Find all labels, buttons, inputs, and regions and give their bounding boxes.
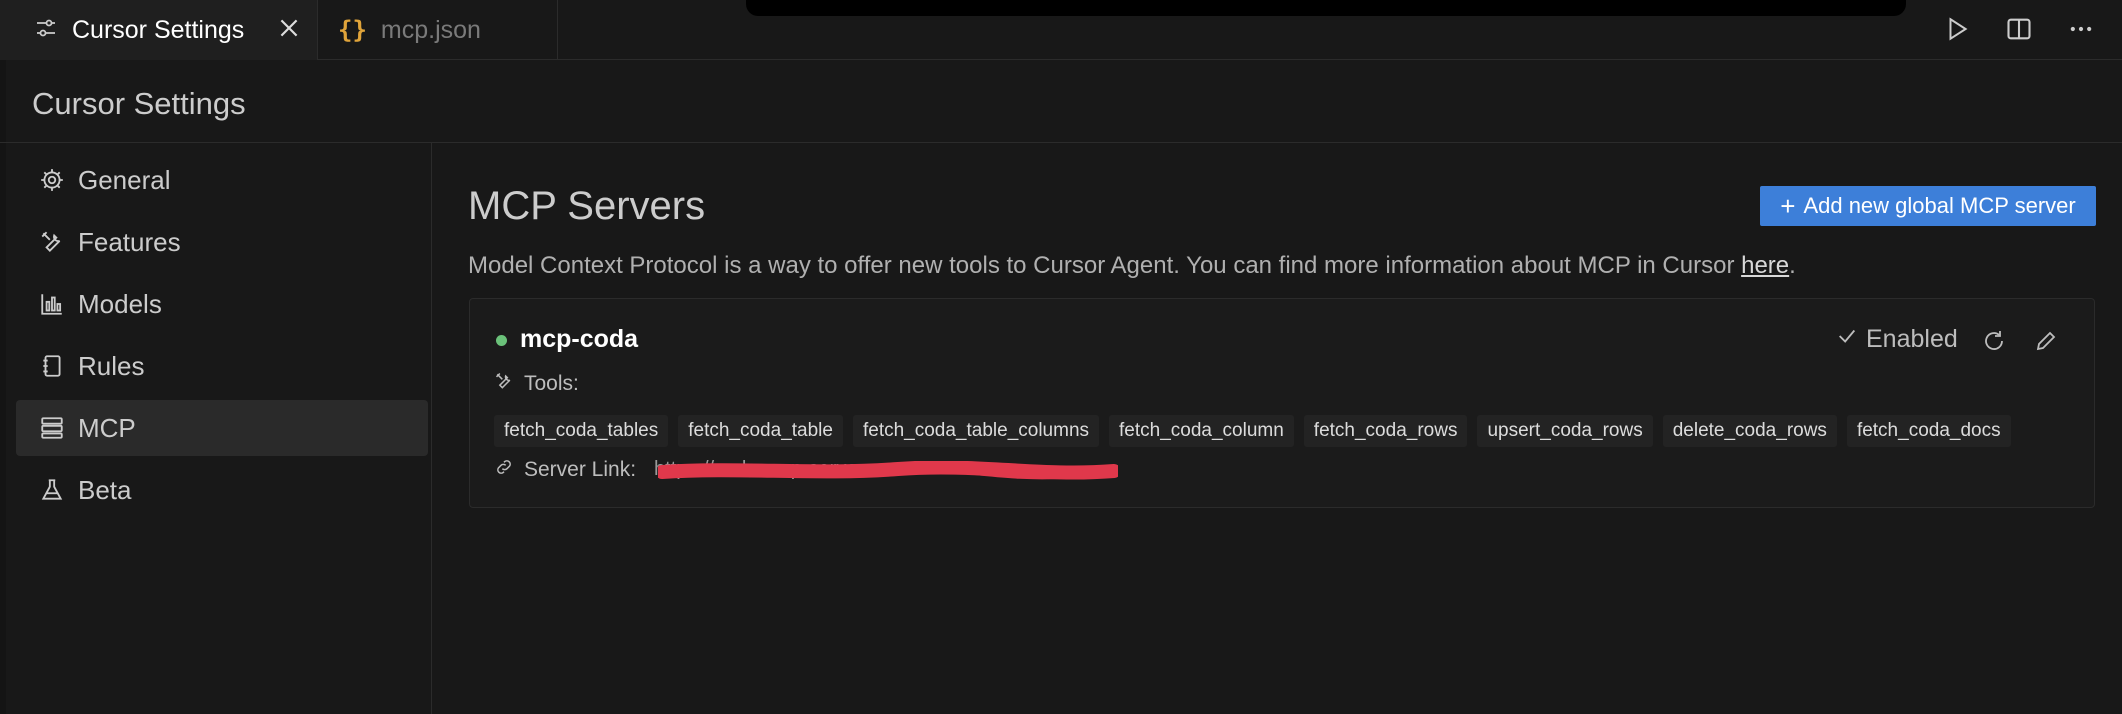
check-icon: [1836, 325, 1858, 354]
bar-chart-icon: [38, 290, 66, 318]
mcp-server-card: mcp-coda Enabled Tools: fetch_coda_table…: [469, 298, 2095, 508]
sidebar-item-beta[interactable]: Beta: [16, 462, 428, 518]
sidebar-item-general[interactable]: General: [16, 152, 428, 208]
redaction-scribble: [658, 461, 1118, 480]
close-icon[interactable]: [276, 15, 302, 41]
tools-header: Tools:: [494, 371, 579, 396]
settings-sliders-icon: [34, 16, 58, 45]
add-global-mcp-server-button[interactable]: + Add new global MCP server: [1760, 186, 2096, 226]
status-indicator: [496, 335, 507, 346]
sidebar-item-mcp[interactable]: MCP: [16, 400, 428, 456]
json-braces-icon: {}: [338, 16, 367, 44]
edit-icon[interactable]: [2032, 327, 2060, 355]
editor-actions: [1940, 12, 2098, 46]
section-description: Model Context Protocol is a way to offer…: [468, 252, 1796, 280]
description-text: Model Context Protocol is a way to offer…: [468, 252, 1742, 279]
tool-chip: upsert_coda_rows: [1477, 415, 1653, 447]
more-info-link[interactable]: here: [1741, 252, 1789, 279]
settings-sidebar: General Features Models Rules MCP Beta: [6, 143, 432, 714]
tool-chip-list: fetch_coda_tables fetch_coda_table fetch…: [494, 415, 2011, 447]
sidebar-item-label: MCP: [78, 412, 136, 443]
more-icon[interactable]: [2064, 12, 2098, 46]
enabled-label: Enabled: [1866, 325, 1958, 353]
tool-chip: fetch_coda_column: [1109, 415, 1294, 447]
server-icon: [38, 414, 66, 442]
tool-chip: fetch_coda_docs: [1846, 415, 2011, 447]
sidebar-item-features[interactable]: Features: [16, 214, 428, 270]
page-title: Cursor Settings: [32, 86, 246, 121]
tab-cursor-settings[interactable]: Cursor Settings: [0, 0, 318, 60]
server-name: mcp-coda: [520, 325, 639, 353]
sidebar-item-label: Beta: [78, 474, 132, 505]
tab-bar: Cursor Settings {} mcp.json: [0, 0, 2122, 60]
sidebar-item-rules[interactable]: Rules: [16, 338, 428, 394]
tab-label: Cursor Settings: [72, 15, 245, 44]
title-bar-strip: [746, 0, 1906, 16]
tab-mcp-json[interactable]: {} mcp.json: [318, 0, 558, 60]
tool-chip: fetch_coda_tables: [494, 415, 669, 447]
server-link-label: Server Link:: [524, 457, 637, 481]
split-editor-icon[interactable]: [2002, 12, 2036, 46]
section-title: MCP Servers: [468, 184, 706, 228]
plus-icon: +: [1780, 190, 1796, 221]
enabled-toggle[interactable]: Enabled: [1836, 325, 1958, 354]
refresh-icon[interactable]: [1980, 327, 2008, 355]
sidebar-item-label: Rules: [78, 350, 145, 381]
tab-label: mcp.json: [380, 15, 481, 44]
tool-chip: delete_coda_rows: [1662, 415, 1837, 447]
link-icon: [494, 457, 514, 482]
tools-label: Tools:: [524, 371, 579, 395]
tool-chip: fetch_coda_table_columns: [852, 415, 1100, 447]
sidebar-item-models[interactable]: Models: [16, 276, 428, 332]
gear-icon: [38, 166, 66, 194]
tools-icon: [38, 228, 66, 256]
add-button-label: Add new global MCP server: [1803, 193, 2076, 218]
sidebar-item-label: Models: [78, 288, 162, 319]
run-icon[interactable]: [1940, 12, 1974, 46]
tool-chip: fetch_coda_table: [678, 415, 843, 447]
description-suffix: .: [1789, 252, 1796, 279]
tool-chip: fetch_coda_rows: [1303, 415, 1468, 447]
sidebar-item-label: Features: [78, 226, 181, 257]
sidebar-item-label: General: [78, 164, 171, 195]
flask-icon: [38, 476, 66, 504]
tools-icon: [494, 371, 514, 396]
notebook-icon: [38, 352, 66, 380]
